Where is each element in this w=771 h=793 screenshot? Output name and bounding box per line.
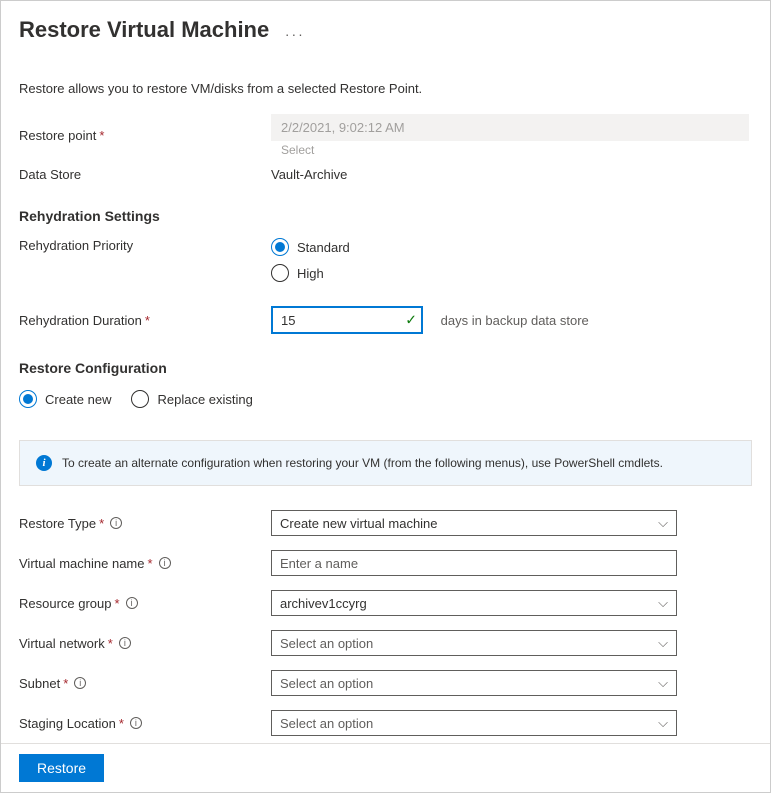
duration-suffix-text: days in backup data store [441, 313, 589, 328]
data-store-value: Vault-Archive [271, 167, 752, 182]
restore-type-select[interactable]: Create new virtual machine ⌵ [271, 510, 677, 536]
info-icon: i [36, 455, 52, 471]
footer: Restore [1, 743, 770, 792]
priority-high-label: High [297, 266, 324, 281]
virtual-network-select[interactable]: Select an option ⌵ [271, 630, 677, 656]
chevron-down-icon: ⌵ [658, 635, 668, 651]
rehydration-priority-label: Rehydration Priority [19, 238, 271, 253]
vm-name-input[interactable]: Enter a name [271, 550, 677, 576]
more-actions-button[interactable]: ··· [285, 26, 305, 42]
staging-location-label: Staging Location* i [19, 716, 271, 731]
resource-group-select[interactable]: archivev1ccyrg ⌵ [271, 590, 677, 616]
restore-point-value[interactable]: 2/2/2021, 9:02:12 AM [271, 114, 749, 141]
rehydration-heading: Rehydration Settings [19, 208, 752, 224]
info-banner: i To create an alternate configuration w… [19, 440, 752, 486]
info-icon[interactable]: i [74, 677, 86, 689]
vm-name-label: Virtual machine name* i [19, 556, 271, 571]
chevron-down-icon: ⌵ [658, 675, 668, 691]
page-title: Restore Virtual Machine [19, 17, 269, 43]
restore-config-heading: Restore Configuration [19, 360, 752, 376]
chevron-down-icon: ⌵ [658, 595, 668, 611]
chevron-down-icon: ⌵ [658, 715, 668, 731]
virtual-network-label: Virtual network* i [19, 636, 271, 651]
replace-existing-label: Replace existing [157, 392, 252, 407]
info-banner-text: To create an alternate configuration whe… [62, 456, 663, 470]
restore-button[interactable]: Restore [19, 754, 104, 782]
restore-point-select-link[interactable]: Select [271, 141, 752, 157]
info-icon[interactable]: i [119, 637, 131, 649]
staging-location-select[interactable]: Select an option ⌵ [271, 710, 677, 736]
chevron-down-icon: ⌵ [658, 515, 668, 531]
priority-standard-radio[interactable] [271, 238, 289, 256]
checkmark-icon: ✓ [405, 312, 417, 329]
restore-type-label: Restore Type* i [19, 516, 271, 531]
subnet-label: Subnet* i [19, 676, 271, 691]
info-icon[interactable]: i [130, 717, 142, 729]
intro-text: Restore allows you to restore VM/disks f… [19, 81, 752, 96]
info-icon[interactable]: i [110, 517, 122, 529]
priority-high-radio[interactable] [271, 264, 289, 282]
restore-point-label: Restore point* [19, 128, 271, 143]
rehydration-duration-input[interactable] [271, 306, 423, 334]
priority-standard-label: Standard [297, 240, 350, 255]
info-icon[interactable]: i [159, 557, 171, 569]
data-store-label: Data Store [19, 167, 271, 182]
subnet-select[interactable]: Select an option ⌵ [271, 670, 677, 696]
replace-existing-radio[interactable] [131, 390, 149, 408]
create-new-label: Create new [45, 392, 111, 407]
info-icon[interactable]: i [126, 597, 138, 609]
create-new-radio[interactable] [19, 390, 37, 408]
rehydration-duration-label: Rehydration Duration* [19, 313, 271, 328]
resource-group-label: Resource group* i [19, 596, 271, 611]
